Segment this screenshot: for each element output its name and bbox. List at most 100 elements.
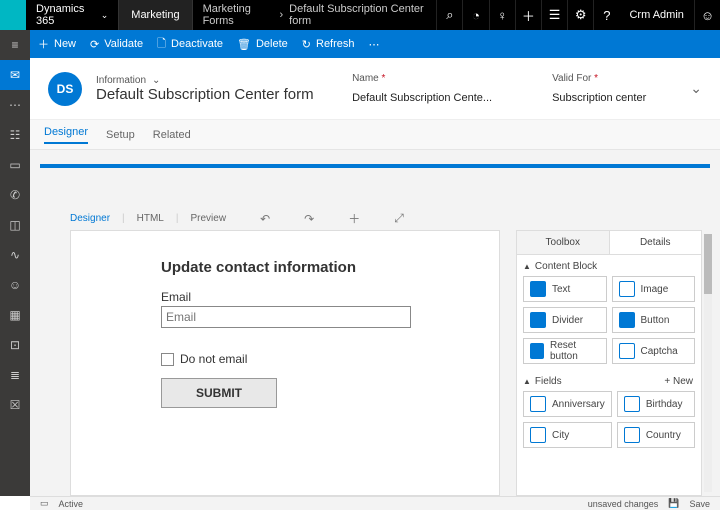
- tile-captcha[interactable]: Captcha: [612, 338, 696, 364]
- text-icon: [530, 281, 546, 297]
- tile-button[interactable]: Button: [612, 307, 696, 333]
- email-label: Email: [161, 290, 409, 304]
- divider-icon: [530, 312, 546, 328]
- editor-tab-preview[interactable]: Preview: [190, 213, 226, 224]
- left-rail: ≡ ✉ ⋯ ☷ ▭ ✆ ◫ ∿ ☺ ▦ ⊡ ≣ ☒: [0, 30, 30, 496]
- brand-label: Dynamics 365: [36, 3, 95, 27]
- help-icon[interactable]: ?: [593, 0, 619, 30]
- tab-designer[interactable]: Designer: [44, 126, 88, 144]
- toolbox-tab[interactable]: Toolbox: [517, 231, 610, 254]
- new-field-link[interactable]: + New: [664, 376, 693, 387]
- rail-item-11[interactable]: ≣: [0, 360, 30, 390]
- rail-item-9[interactable]: ▦: [0, 300, 30, 330]
- section-content-block[interactable]: ▲Content Block: [519, 255, 699, 276]
- tile-anniversary[interactable]: Anniversary: [523, 391, 612, 417]
- expand-chevron-icon[interactable]: ⌄: [690, 80, 702, 97]
- undo-icon[interactable]: ↶: [260, 212, 270, 226]
- save-button[interactable]: Save: [689, 499, 710, 509]
- status-bar: ▭ Active unsaved changes 💾 Save: [30, 496, 720, 510]
- task-icon[interactable]: ◔: [462, 0, 488, 30]
- tab-setup[interactable]: Setup: [106, 129, 135, 141]
- tab-related[interactable]: Related: [153, 129, 191, 141]
- rail-item-6[interactable]: ◫: [0, 210, 30, 240]
- add-element-icon[interactable]: ＋: [348, 210, 360, 227]
- tile-birthday[interactable]: Birthday: [617, 391, 695, 417]
- rail-item-4[interactable]: ▭: [0, 150, 30, 180]
- user-icon[interactable]: ☺: [694, 0, 720, 30]
- add-icon[interactable]: ＋: [515, 0, 541, 30]
- rail-menu[interactable]: ≡: [0, 30, 30, 60]
- status-active: Active: [59, 499, 84, 509]
- app-launcher[interactable]: [0, 0, 26, 30]
- rail-item-1[interactable]: ✉: [0, 60, 30, 90]
- breadcrumb-1[interactable]: Marketing Forms: [203, 3, 274, 27]
- form-selector[interactable]: Information⌄: [96, 75, 314, 86]
- field-name: Name * Default Subscription Cente...: [352, 73, 492, 104]
- plus-icon: ＋: [38, 36, 49, 52]
- assist-icon[interactable]: ♀: [489, 0, 515, 30]
- tile-city[interactable]: City: [523, 422, 612, 448]
- toolbox-scrollbar[interactable]: [704, 234, 712, 492]
- scrollbar-thumb[interactable]: [704, 234, 712, 294]
- breadcrumb-sep: ›: [280, 9, 284, 21]
- editor-tab-html[interactable]: HTML: [137, 213, 164, 224]
- app-name[interactable]: Marketing: [118, 0, 192, 30]
- fullscreen-icon[interactable]: ⤢: [394, 211, 404, 226]
- rail-item-12[interactable]: ☒: [0, 390, 30, 420]
- deactivate-icon: 🗋: [157, 35, 166, 54]
- tile-text[interactable]: Text: [523, 276, 607, 302]
- email-input[interactable]: [161, 306, 411, 328]
- status-open-icon[interactable]: ▭: [40, 498, 49, 509]
- rail-item-8[interactable]: ☺: [0, 270, 30, 300]
- delete-button[interactable]: 🗑Delete: [237, 38, 288, 51]
- breadcrumb-2[interactable]: Default Subscription Center form: [289, 3, 426, 27]
- trash-icon: 🗑: [237, 38, 251, 51]
- image-icon: [619, 281, 635, 297]
- field-name-value[interactable]: Default Subscription Cente...: [352, 92, 492, 104]
- breadcrumb: Marketing Forms › Default Subscription C…: [193, 3, 437, 27]
- reset-icon: [530, 343, 544, 359]
- tile-image[interactable]: Image: [612, 276, 696, 302]
- form-canvas[interactable]: Update contact information Email Do not …: [70, 230, 500, 496]
- redo-icon[interactable]: ↷: [304, 212, 314, 226]
- refresh-button[interactable]: ↻Refresh: [302, 38, 355, 51]
- validate-button[interactable]: ⟳Validate: [90, 38, 143, 51]
- tile-divider[interactable]: Divider: [523, 307, 607, 333]
- refresh-icon: ↻: [302, 38, 311, 51]
- rail-item-2[interactable]: ⋯: [0, 90, 30, 120]
- field-icon: [624, 427, 640, 443]
- do-not-email-label: Do not email: [180, 352, 247, 366]
- new-button[interactable]: ＋New: [38, 36, 76, 52]
- save-icon[interactable]: 💾: [668, 498, 679, 509]
- record-header: DS Information⌄ Default Subscription Cen…: [30, 58, 720, 120]
- triangle-icon: ▲: [523, 377, 531, 386]
- editor-tab-designer[interactable]: Designer: [70, 213, 110, 224]
- form-heading: Update contact information: [161, 259, 409, 276]
- do-not-email-checkbox[interactable]: [161, 353, 174, 366]
- app-label: Marketing: [131, 9, 179, 21]
- command-bar: ＋New ⟳Validate 🗋Deactivate 🗑Delete ↻Refr…: [30, 30, 720, 58]
- user-name[interactable]: Crm Admin: [619, 9, 693, 21]
- tile-reset[interactable]: Reset button: [523, 338, 607, 364]
- button-icon: [619, 312, 635, 328]
- search-icon[interactable]: ⌕: [436, 0, 462, 30]
- brand[interactable]: Dynamics 365 ⌄: [26, 3, 118, 27]
- rail-item-10[interactable]: ⊡: [0, 330, 30, 360]
- toolbox-panel: Toolbox Details ▲Content Block Text Imag…: [516, 230, 702, 496]
- section-fields[interactable]: ▲Fields + New: [519, 370, 699, 391]
- submit-button[interactable]: SUBMIT: [161, 378, 277, 408]
- rail-item-5[interactable]: ✆: [0, 180, 30, 210]
- settings-icon[interactable]: ⚙: [567, 0, 593, 30]
- rail-item-7[interactable]: ∿: [0, 240, 30, 270]
- tile-country[interactable]: Country: [617, 422, 695, 448]
- page-title: Default Subscription Center form: [96, 86, 314, 103]
- overflow-button[interactable]: ⋯: [369, 38, 380, 51]
- accent-bar: [40, 164, 710, 168]
- field-icon: [530, 396, 546, 412]
- field-valid-value[interactable]: Subscription center: [552, 92, 646, 104]
- rail-item-3[interactable]: ☷: [0, 120, 30, 150]
- deactivate-button[interactable]: 🗋Deactivate: [157, 35, 223, 54]
- filter-icon[interactable]: ☰: [541, 0, 567, 30]
- details-tab[interactable]: Details: [610, 231, 702, 254]
- status-unsaved: unsaved changes: [588, 499, 659, 509]
